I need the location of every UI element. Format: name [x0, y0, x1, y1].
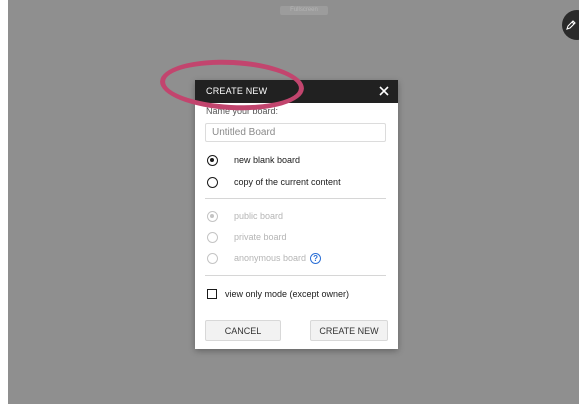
radio-private	[207, 231, 218, 243]
option-label: new blank board	[234, 155, 301, 165]
close-icon	[379, 86, 389, 96]
view-only-label: view only mode (except owner)	[225, 289, 350, 299]
fullscreen-chip[interactable]: Fullscreen	[280, 6, 328, 15]
divider	[205, 275, 386, 276]
radio-anonymous	[207, 252, 218, 264]
name-label: Name your board:	[206, 106, 279, 116]
option-anonymous-board: anonymous board ?	[207, 251, 322, 265]
pencil-icon	[566, 20, 576, 30]
radio-new-blank[interactable]	[207, 154, 218, 166]
help-circle-icon[interactable]: ?	[310, 252, 322, 264]
option-label: anonymous board	[234, 253, 307, 263]
view-only-option[interactable]: view only mode (except owner)	[207, 289, 349, 299]
radio-public	[207, 210, 218, 222]
option-copy-current-content[interactable]: copy of the current content	[207, 175, 341, 189]
option-label: copy of the current content	[234, 177, 341, 187]
cancel-button[interactable]: CANCEL	[205, 320, 281, 341]
option-public-board: public board	[207, 209, 283, 223]
option-label: private board	[234, 232, 287, 242]
radio-copy-content[interactable]	[207, 176, 218, 188]
create-new-button[interactable]: CREATE NEW	[310, 320, 388, 341]
dialog-title: CREATE NEW	[206, 86, 268, 96]
board-name-input[interactable]	[205, 123, 386, 142]
divider	[205, 198, 386, 199]
close-button[interactable]	[376, 82, 392, 100]
option-new-blank-board[interactable]: new blank board	[207, 153, 300, 167]
option-private-board: private board	[207, 230, 287, 244]
view-only-checkbox[interactable]	[207, 289, 217, 299]
create-new-dialog: CREATE NEW Name your board: new blank bo…	[195, 80, 398, 349]
option-label: public board	[234, 211, 284, 221]
dialog-header: CREATE NEW	[195, 80, 398, 103]
